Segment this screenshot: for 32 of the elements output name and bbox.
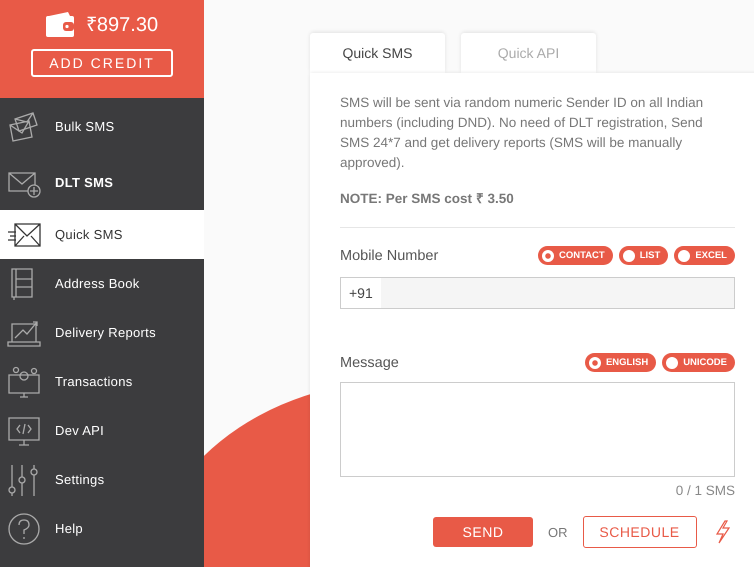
field-label: Message bbox=[340, 354, 399, 370]
send-button[interactable]: SEND bbox=[433, 517, 533, 547]
balance-amount: ₹897.30 bbox=[86, 13, 158, 37]
note-text: NOTE: Per SMS cost ₹ 3.50 bbox=[340, 190, 515, 207]
tab[interactable]: Quick SMS bbox=[310, 33, 445, 73]
sidebar-item[interactable]: Dev API bbox=[0, 406, 204, 455]
add-credit-button[interactable]: ADD CREDIT bbox=[31, 49, 173, 77]
radio-option[interactable]: ENGLISH bbox=[584, 353, 656, 372]
help-icon bbox=[7, 512, 41, 546]
message-field[interactable] bbox=[340, 382, 735, 477]
sidebar-item[interactable]: Bulk SMS bbox=[0, 98, 204, 154]
description-text: SMS will be sent via random numeric Sender ID on all Indian numbers (including DND). No need of DLT registration, Send SMS 24*7 and get delivery reports (SMS will be manually approved). bbox=[340, 94, 704, 172]
wallet-icon bbox=[46, 10, 76, 36]
sms-counter: 0 / 1 SMS bbox=[676, 483, 735, 498]
sidebar-item[interactable]: Quick SMS bbox=[0, 210, 204, 259]
radio-option[interactable]: UNICODE bbox=[662, 353, 735, 372]
sidebar-item[interactable]: Settings bbox=[0, 455, 204, 504]
schedule-button[interactable]: SCHEDULE bbox=[582, 516, 696, 548]
or-text: OR bbox=[548, 524, 568, 540]
sidebar-item[interactable]: Address Book bbox=[0, 259, 204, 308]
field-label: Mobile Number bbox=[340, 248, 438, 264]
mobile-number-field[interactable]: +91 bbox=[340, 277, 735, 309]
radio-option[interactable]: EXCEL bbox=[674, 246, 735, 265]
monitor-coins-icon bbox=[7, 364, 41, 398]
lightning-icon[interactable] bbox=[714, 520, 730, 544]
sidebar-item[interactable]: DLT SMS bbox=[0, 154, 204, 210]
envelopes-icon bbox=[7, 109, 41, 143]
radio-option[interactable]: CONTACT bbox=[538, 246, 613, 265]
sidebar-item[interactable]: Help bbox=[0, 504, 204, 553]
sidebar-item[interactable]: Transactions bbox=[0, 357, 204, 406]
radio-option[interactable]: LIST bbox=[618, 246, 668, 265]
sidebar-item[interactable]: Delivery Reports bbox=[0, 308, 204, 357]
